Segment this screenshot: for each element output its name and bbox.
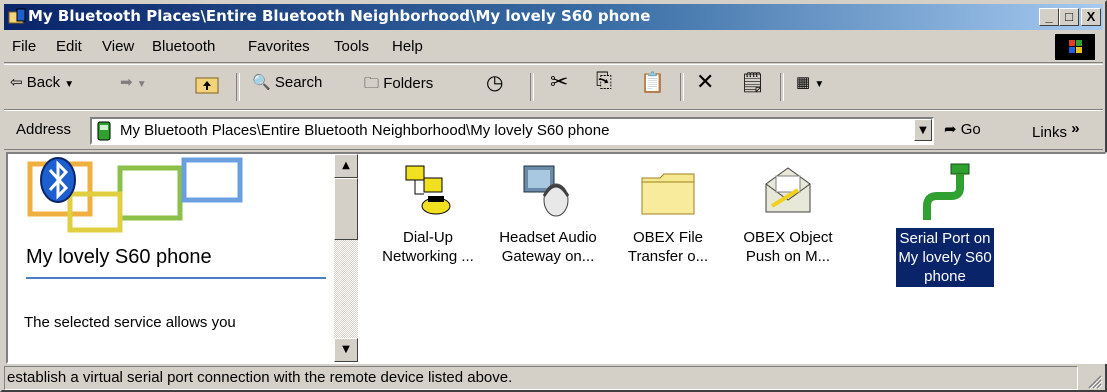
folder-icon	[641, 173, 695, 215]
address-dropdown-button[interactable]: ▼	[914, 119, 932, 141]
service-label-line1: OBEX File	[632, 229, 704, 246]
close-button[interactable]: X	[1081, 8, 1101, 26]
search-button[interactable]: 🔍 Search	[252, 73, 322, 91]
chevron-down-icon: ▼	[919, 125, 927, 136]
minimize-button[interactable]: _	[1039, 8, 1059, 26]
address-value: My Bluetooth Places\Entire Bluetooth Nei…	[120, 122, 610, 139]
toolbar-separator	[680, 73, 684, 101]
paste-icon: 📋	[640, 72, 665, 94]
window-title: My Bluetooth Places\Entire Bluetooth Nei…	[28, 7, 651, 25]
back-arrow-icon: ⇦	[10, 74, 23, 91]
up-folder-button[interactable]	[194, 73, 220, 99]
chevron-down-icon: ▼	[136, 79, 147, 90]
title-bar[interactable]: My Bluetooth Places\Entire Bluetooth Nei…	[4, 4, 1103, 30]
status-message: establish a virtual serial port connecti…	[4, 366, 1078, 390]
toolbar-separator	[236, 73, 240, 101]
go-arrow-icon: ➦	[944, 121, 957, 138]
service-item-dialup[interactable]: Dial-Up Networking ...	[368, 162, 488, 266]
service-label-line2: Transfer o...	[627, 248, 709, 265]
service-label-line2: Push on M...	[745, 248, 831, 265]
pane-title: My lovely S60 phone	[26, 246, 212, 268]
maximize-button[interactable]: □	[1059, 8, 1079, 26]
service-label-line3: phone	[924, 268, 966, 285]
forward-button[interactable]: ➡ ▼	[120, 73, 147, 91]
menu-bar: File Edit View Bluetooth Favorites Tools…	[4, 32, 1103, 63]
toolbar-separator	[530, 73, 534, 101]
links-chevron-icon: »	[1071, 120, 1080, 137]
scroll-up-button[interactable]: ▲	[334, 154, 358, 178]
menu-file[interactable]: File	[12, 38, 36, 55]
address-bar: Address My Bluetooth Places\Entire Bluet…	[4, 110, 1103, 150]
properties-icon: 🗒	[740, 72, 766, 94]
service-label-line1: Dial-Up	[402, 229, 453, 246]
history-button[interactable]: ◷	[486, 70, 503, 95]
scroll-down-button[interactable]: ▼	[334, 338, 358, 362]
vertical-scrollbar[interactable]: ▲ ▼	[334, 154, 358, 362]
status-bar: establish a virtual serial port connecti…	[4, 366, 1103, 390]
menu-tools[interactable]: Tools	[334, 38, 369, 55]
service-label-line1: OBEX Object	[743, 229, 833, 246]
explorer-window: My Bluetooth Places\Entire Bluetooth Nei…	[0, 0, 1107, 392]
address-label: Address	[16, 121, 72, 138]
toolbar-separator	[780, 73, 784, 101]
scissors-icon: ✂	[550, 69, 569, 94]
forward-arrow-icon: ➡	[120, 74, 133, 91]
delete-x-icon: ✕	[696, 69, 715, 94]
address-field[interactable]: My Bluetooth Places\Entire Bluetooth Nei…	[90, 117, 934, 145]
scroll-thumb[interactable]	[334, 178, 358, 240]
standard-toolbar: ⇦ Back ▼ ➡ ▼ 🔍 Search 🗀 Folders ◷ ✂ ⎘ 📋 …	[4, 64, 1103, 110]
up-folder-icon	[195, 77, 219, 94]
content-area: My lovely S60 phone The selected service…	[6, 152, 1107, 364]
serial-port-cable-icon	[923, 163, 970, 220]
resize-grip-icon[interactable]	[1085, 372, 1103, 390]
chevron-down-icon: ▼	[814, 79, 825, 90]
folders-button[interactable]: 🗀 Folders	[364, 73, 433, 98]
views-button[interactable]: ▦ ▼	[796, 73, 824, 91]
arrow-down-icon: ▼	[342, 344, 350, 355]
menu-bluetooth[interactable]: Bluetooth	[152, 38, 215, 55]
service-item-obex-file-transfer[interactable]: OBEX File Transfer o...	[608, 162, 728, 266]
service-label-line1: Serial Port on	[899, 230, 991, 247]
object-push-envelope-icon	[765, 167, 811, 213]
menu-favorites[interactable]: Favorites	[248, 38, 310, 55]
properties-button[interactable]: 🗒	[740, 70, 765, 95]
headset-audio-icon	[523, 165, 570, 217]
arrow-up-icon: ▲	[342, 160, 350, 171]
cut-button[interactable]: ✂	[550, 69, 568, 95]
delete-button[interactable]: ✕	[696, 69, 714, 95]
pane-description: The selected service allows you	[24, 314, 236, 331]
service-label-line2: Networking ...	[382, 248, 474, 265]
copy-button[interactable]: ⎘	[596, 70, 612, 93]
windows-logo-icon	[1055, 34, 1095, 60]
paste-button[interactable]: 📋	[640, 70, 665, 95]
views-icon: ▦	[796, 74, 811, 91]
history-clock-icon: ◷	[486, 72, 504, 94]
back-button[interactable]: ⇦ Back ▼	[10, 73, 74, 91]
bluetooth-folder-icon	[8, 8, 26, 24]
service-label-line1: Headset Audio	[499, 229, 597, 246]
dialup-networking-icon	[405, 165, 451, 215]
pane-divider	[26, 277, 326, 279]
service-item-obex-object-push[interactable]: OBEX Object Push on M...	[728, 162, 848, 266]
service-list: Dial-Up Networking ... Headset Audio Gat…	[358, 154, 1105, 362]
menu-help[interactable]: Help	[392, 38, 423, 55]
go-button[interactable]: ➦ Go	[944, 120, 981, 138]
bluetooth-banner-graphic	[27, 157, 243, 233]
menu-edit[interactable]: Edit	[56, 38, 82, 55]
chevron-down-icon: ▼	[64, 79, 75, 90]
details-pane: My lovely S60 phone The selected service…	[8, 154, 334, 362]
copy-icon: ⎘	[596, 70, 612, 92]
service-item-headset-audio[interactable]: Headset Audio Gateway on...	[488, 162, 608, 266]
service-label-line2: My lovely S60	[898, 249, 992, 266]
folders-icon: 🗀	[364, 75, 380, 92]
phone-icon	[97, 121, 111, 141]
service-item-serial-port[interactable]: Serial Port on My lovely S60 phone	[880, 162, 1010, 287]
links-button[interactable]: Links »	[1032, 120, 1080, 141]
search-icon: 🔍	[252, 74, 271, 91]
menu-view[interactable]: View	[102, 38, 134, 55]
service-label-line2: Gateway on...	[501, 248, 595, 265]
